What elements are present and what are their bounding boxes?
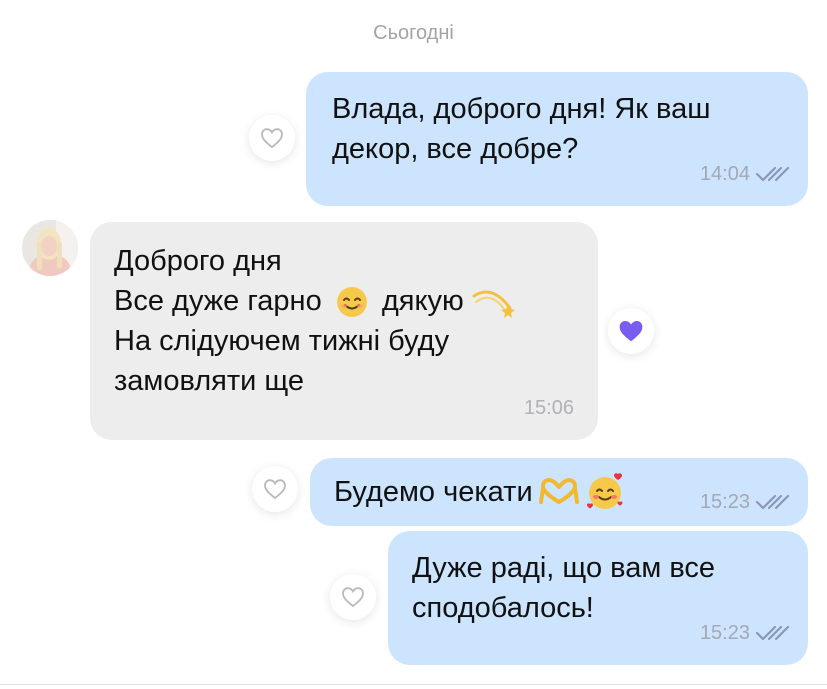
message-meta: 15:06	[524, 388, 574, 428]
message-text: Дуже раді, що вам все сподобалось!	[412, 552, 716, 624]
heart-outline-icon	[342, 587, 364, 608]
message-meta: 14:04	[700, 154, 790, 194]
message-line-part: дякую	[381, 285, 464, 317]
message-text: Будемо чекати	[334, 472, 625, 512]
message-time: 15:23	[699, 622, 750, 644]
message-meta: 15:23	[700, 482, 790, 522]
double-check-icon	[756, 166, 790, 182]
message-bubble-outgoing[interactable]: Влада, доброго дня! Як ваш декор, все до…	[306, 72, 808, 206]
heart-outline-icon	[261, 128, 283, 149]
purple-heart-icon	[619, 321, 643, 342]
message-text: Влада, доброго дня! Як ваш декор, все до…	[332, 93, 711, 165]
message-line: Доброго дня	[114, 245, 282, 277]
dizzy-star-icon	[472, 290, 515, 319]
reaction-badge[interactable]	[608, 308, 654, 354]
message-bubble-incoming[interactable]: Доброго дня Все дуже гарно дякую На слід…	[90, 222, 598, 440]
like-button[interactable]	[252, 466, 298, 512]
message-meta: 15:23	[700, 613, 790, 653]
message-line-part: Все дуже гарно	[114, 285, 322, 317]
date-separator: Сьогодні	[373, 22, 454, 44]
avatar-image	[22, 220, 78, 276]
heart-hands-icon	[538, 478, 579, 504]
like-button[interactable]	[330, 574, 376, 620]
message-line: Все дуже гарно дякую	[114, 281, 516, 321]
message-text: Доброго дня Все дуже гарно дякую На слід…	[114, 241, 516, 401]
message-text-body: Будемо чекати	[334, 476, 533, 508]
smiling-face-with-hearts-icon	[586, 473, 623, 509]
message-time: 15:06	[523, 397, 574, 419]
like-button[interactable]	[249, 115, 295, 161]
double-check-icon	[756, 494, 790, 510]
divider	[0, 684, 827, 685]
heart-outline-icon	[264, 479, 286, 500]
message-line: На слідуючем тижні буду	[114, 325, 450, 357]
message-time: 15:23	[699, 491, 750, 513]
double-check-icon	[756, 625, 790, 641]
smiling-face-icon	[336, 287, 367, 318]
message-bubble-outgoing[interactable]: Будемо чекати 15:23	[310, 458, 808, 526]
message-bubble-outgoing[interactable]: Дуже раді, що вам все сподобалось! 15:23	[388, 531, 808, 665]
avatar[interactable]	[22, 220, 78, 276]
message-line: замовляти ще	[114, 365, 305, 397]
message-time: 14:04	[699, 163, 750, 185]
